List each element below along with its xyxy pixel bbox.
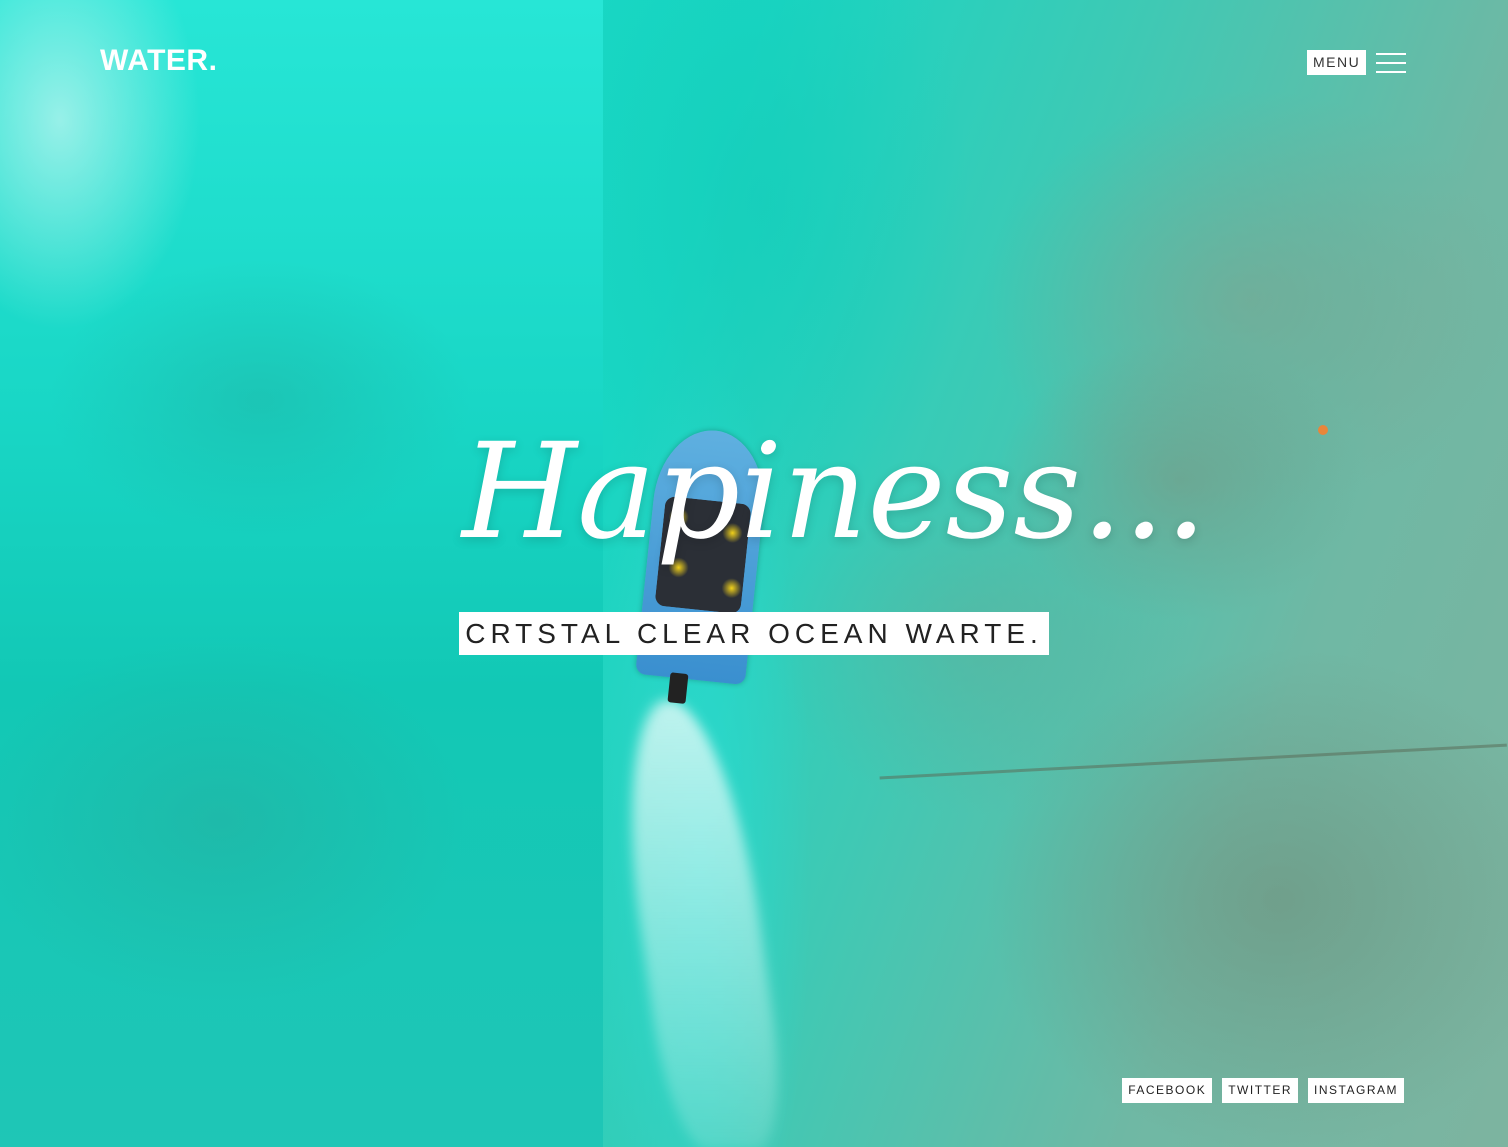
instagram-link[interactable]: INSTAGRAM bbox=[1308, 1078, 1404, 1103]
social-links: FACEBOOK TWITTER INSTAGRAM bbox=[1122, 1078, 1404, 1103]
facebook-link[interactable]: FACEBOOK bbox=[1122, 1078, 1213, 1103]
boat-motor bbox=[667, 672, 689, 704]
hero-title: Hapiness... bbox=[462, 415, 1208, 569]
boat-wake bbox=[608, 700, 792, 1147]
site-logo[interactable]: WATER. bbox=[100, 44, 217, 78]
buoy bbox=[1318, 425, 1328, 435]
hamburger-icon[interactable] bbox=[1376, 52, 1407, 73]
menu-group[interactable]: MENU bbox=[1307, 50, 1407, 75]
hamburger-line bbox=[1376, 61, 1407, 64]
underwater-fence bbox=[879, 743, 1508, 810]
hero-subtitle: CRTSTAL CLEAR OCEAN WARTE. bbox=[459, 612, 1049, 655]
blurred-side-panel bbox=[0, 0, 603, 1147]
menu-button[interactable]: MENU bbox=[1307, 50, 1367, 75]
hamburger-line bbox=[1376, 70, 1407, 73]
hamburger-line bbox=[1376, 52, 1407, 55]
twitter-link[interactable]: TWITTER bbox=[1222, 1078, 1299, 1103]
